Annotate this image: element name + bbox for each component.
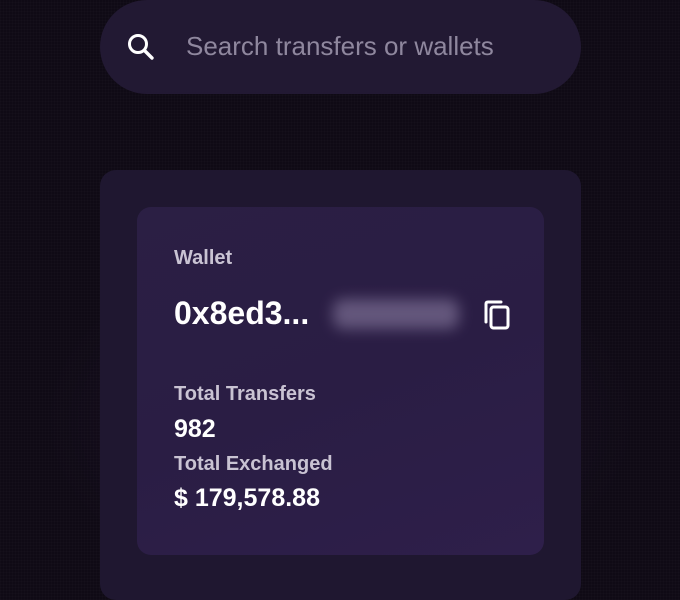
copy-address-button[interactable] — [478, 296, 516, 334]
copy-icon — [478, 296, 516, 334]
redacted-address-blur — [333, 299, 459, 329]
wallet-label: Wallet — [174, 247, 233, 269]
total-transfers-value: 982 — [174, 415, 216, 443]
search-icon[interactable] — [126, 32, 156, 62]
total-exchanged-label: Total Exchanged — [174, 453, 333, 475]
total-exchanged-value: $ 179,578.88 — [174, 484, 320, 512]
total-transfers-label: Total Transfers — [174, 383, 316, 405]
wallet-address: 0x8ed3... — [174, 295, 310, 331]
search-input[interactable] — [186, 28, 556, 64]
